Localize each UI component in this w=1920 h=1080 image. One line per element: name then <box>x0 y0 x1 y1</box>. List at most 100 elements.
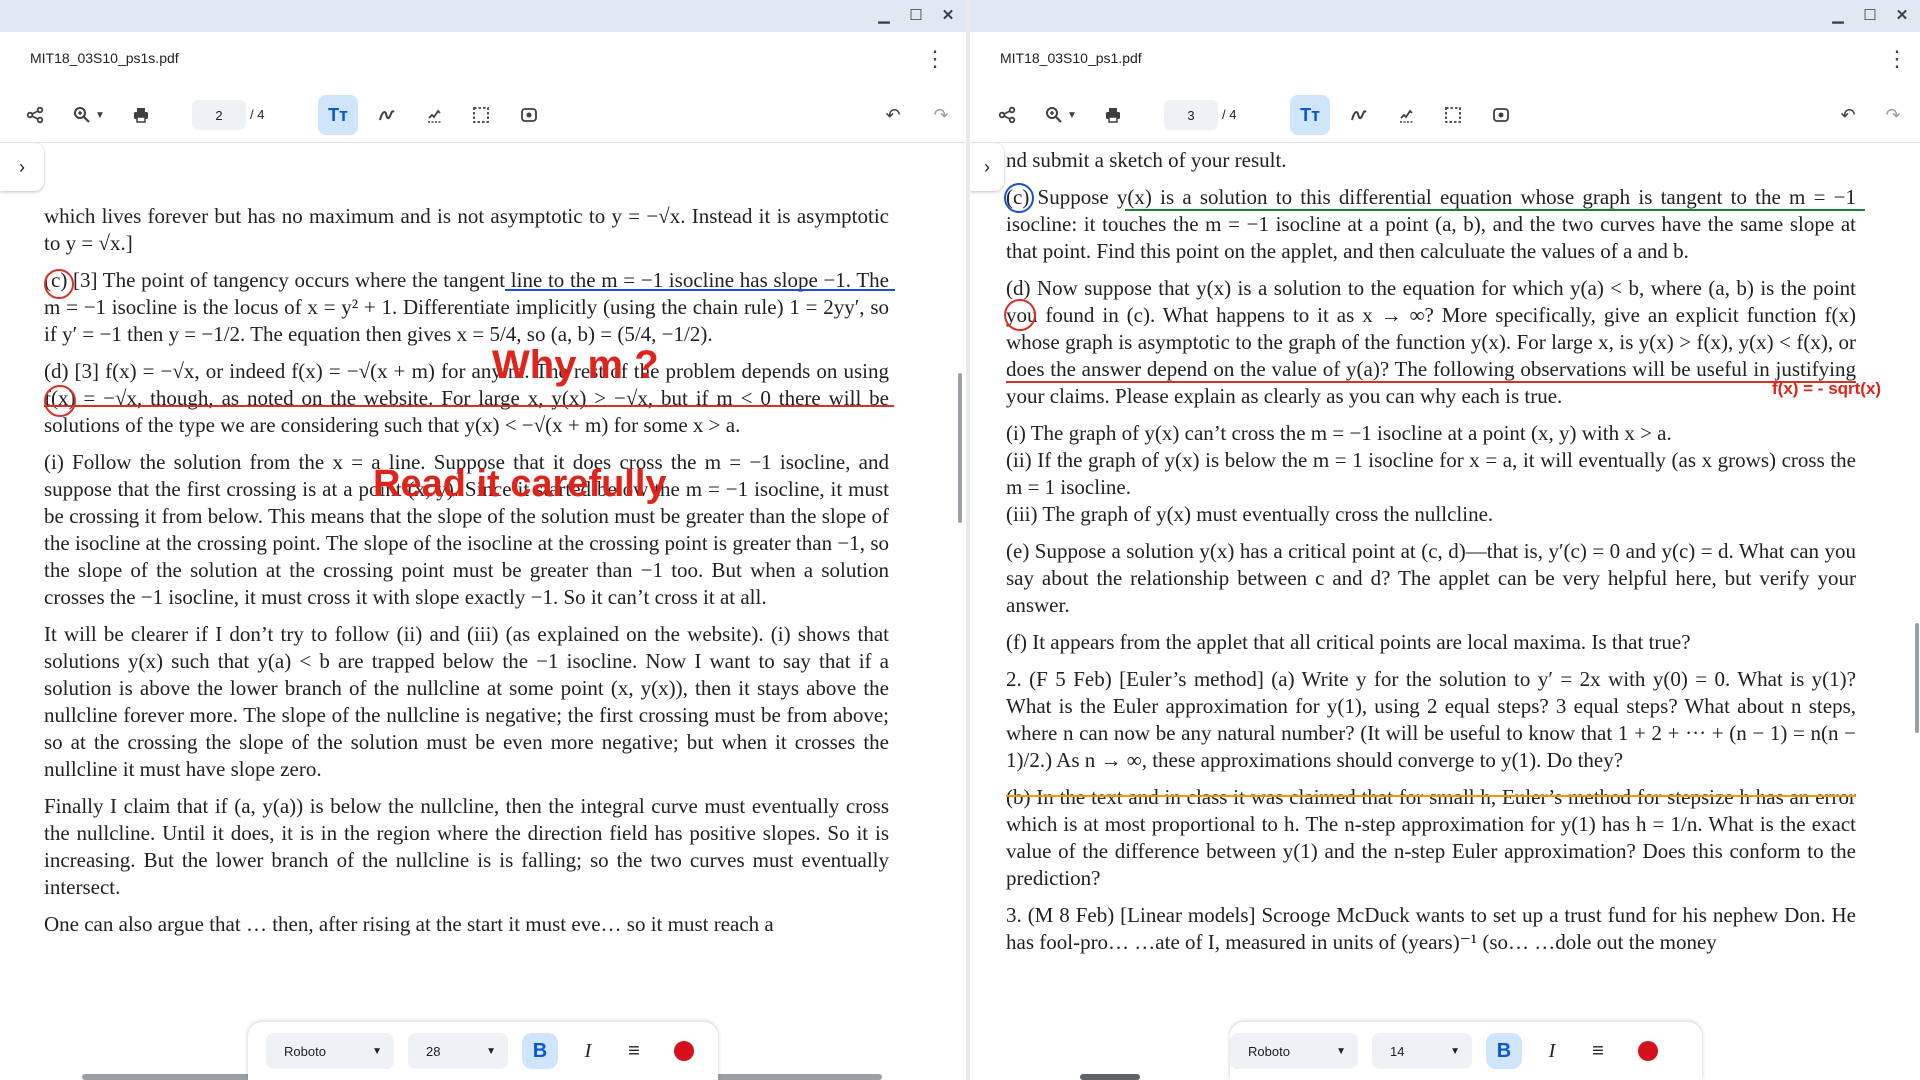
format-toolbar: Roboto ▼ 28 ▼ B I ≡ <box>248 1022 718 1080</box>
maximize-icon[interactable]: ☐ <box>1858 6 1882 24</box>
paragraph: (d) [3] f(x) = −√x, or indeed f(x) = −√(… <box>44 359 889 437</box>
annotation-underline <box>1125 209 1865 211</box>
undo-icon[interactable]: ↶ <box>1833 100 1863 130</box>
file-bar: MIT18_03S10_ps1s.pdf ⋮ <box>0 32 966 88</box>
chevron-down-icon: ▼ <box>486 1045 496 1057</box>
signature-icon[interactable] <box>420 100 450 130</box>
share-icon[interactable] <box>20 100 50 130</box>
color-picker-button[interactable] <box>1638 1041 1658 1061</box>
paragraph: (ii) If the graph of y(x) is below the m… <box>1006 448 1856 499</box>
align-icon[interactable]: ≡ <box>1580 1033 1616 1069</box>
chevron-right-icon: › <box>984 156 990 177</box>
text-tool-icon[interactable]: Tт <box>318 95 358 135</box>
paragraph: (c) [3] The point of tangency occurs whe… <box>44 268 889 346</box>
font-family-value: Roboto <box>284 1043 326 1059</box>
font-size-select[interactable]: 14 ▼ <box>1372 1033 1472 1069</box>
close-icon[interactable]: ✕ <box>936 6 960 24</box>
annotation-circle <box>44 269 74 299</box>
right-pdf-window: ▁ ☐ ✕ MIT18_03S10_ps1.pdf ⋮ ▼ 3 / 4 Tт ↶… <box>970 0 1920 1080</box>
redo-icon[interactable]: ↷ <box>926 100 956 130</box>
bold-button[interactable]: B <box>522 1033 558 1069</box>
screenshot-icon[interactable] <box>514 100 544 130</box>
font-family-select[interactable]: Roboto ▼ <box>266 1033 394 1069</box>
align-icon[interactable]: ≡ <box>616 1033 652 1069</box>
zoom-icon[interactable]: ▼ <box>1036 100 1086 130</box>
print-icon[interactable] <box>126 100 156 130</box>
paragraph: (i) The graph of y(x) can’t cross the m … <box>1006 421 1672 445</box>
annotation-read-carefully: Read it carefully <box>373 463 667 505</box>
minimize-icon[interactable]: ▁ <box>1826 6 1850 24</box>
bold-button[interactable]: B <box>1486 1033 1522 1069</box>
annotation-why-m: Why m ? <box>492 343 659 387</box>
page-total: / 4 <box>250 107 265 122</box>
close-icon[interactable]: ✕ <box>1890 6 1914 24</box>
annotation-circle <box>1004 299 1036 331</box>
paragraph: (iii) The graph of y(x) must eventually … <box>1006 502 1494 526</box>
annotation-circle <box>44 385 76 417</box>
file-name: MIT18_03S10_ps1s.pdf <box>30 50 179 66</box>
minimize-icon[interactable]: ▁ <box>872 6 896 24</box>
chevron-down-icon: ▼ <box>372 1045 382 1057</box>
annotation-underline <box>505 289 895 291</box>
more-menu-icon[interactable]: ⋮ <box>1886 46 1908 72</box>
sidebar-expand-button[interactable]: › <box>0 143 44 191</box>
paragraph: (b) In the text and in class it was clai… <box>1006 785 1856 890</box>
left-pdf-window: ▁ ☐ ✕ MIT18_03S10_ps1s.pdf ⋮ ▼ 2 / 4 Tт <box>0 0 966 1080</box>
color-picker-button[interactable] <box>674 1041 694 1061</box>
pdf-toolbar: ▼ 2 / 4 Tт ↶ ↷ <box>0 88 966 143</box>
pdf-page-view: › which lives forever but has no maximum… <box>0 143 966 1080</box>
paragraph: Finally I claim that if (a, y(a)) is bel… <box>44 794 889 899</box>
sidebar-expand-button[interactable]: › <box>970 143 1004 191</box>
paragraph: (d) Now suppose that y(x) is a solution … <box>1006 276 1856 408</box>
pdf-page-view: › nd submit a sketch of your result. (c)… <box>970 143 1920 1080</box>
annotation-underline <box>1006 795 1856 797</box>
screenshot-icon[interactable] <box>1486 100 1516 130</box>
format-toolbar: Roboto ▼ 14 ▼ B I ≡ <box>1230 1022 1702 1080</box>
title-bar: ▁ ☐ ✕ <box>0 0 966 32</box>
font-family-value: Roboto <box>1248 1043 1290 1059</box>
font-size-select[interactable]: 28 ▼ <box>408 1033 508 1069</box>
print-icon[interactable] <box>1098 100 1128 130</box>
paragraph: 2. (F 5 Feb) [Euler’s method] (a) Write … <box>1006 667 1856 772</box>
paragraph: nd submit a sketch of your result. <box>1006 148 1287 172</box>
more-menu-icon[interactable]: ⋮ <box>924 46 946 72</box>
undo-icon[interactable]: ↶ <box>878 100 908 130</box>
italic-button[interactable]: I <box>1534 1033 1570 1069</box>
redo-icon[interactable]: ↷ <box>1878 100 1908 130</box>
paragraph: It will be clearer if I don’t try to fol… <box>44 622 889 781</box>
vertical-scrollbar[interactable] <box>1915 623 1919 733</box>
annotation-underline <box>1006 381 1856 383</box>
signature-icon[interactable] <box>1392 100 1422 130</box>
chevron-right-icon: › <box>19 156 25 177</box>
chevron-down-icon: ▼ <box>1336 1045 1346 1057</box>
font-family-select[interactable]: Roboto ▼ <box>1230 1033 1358 1069</box>
horizontal-scrollbar[interactable] <box>1080 1074 1140 1080</box>
title-bar: ▁ ☐ ✕ <box>970 0 1920 32</box>
file-bar: MIT18_03S10_ps1.pdf ⋮ <box>970 32 1920 88</box>
paragraph: (c) Suppose y(x) is a solution to this d… <box>1006 185 1856 263</box>
paragraph: which lives forever but has no maximum a… <box>44 204 889 255</box>
page-text: nd submit a sketch of your result. (c) S… <box>1006 147 1856 966</box>
annotation-circle <box>1004 183 1034 213</box>
font-size-value: 28 <box>426 1043 441 1059</box>
chevron-down-icon: ▼ <box>1450 1045 1460 1057</box>
annotation-fx-note: f(x) = - sqrt(x) <box>1772 379 1882 398</box>
page-number-input[interactable]: 3 <box>1164 100 1218 130</box>
pdf-toolbar: ▼ 3 / 4 Tт ↶ ↷ <box>970 88 1920 143</box>
file-name: MIT18_03S10_ps1.pdf <box>1000 50 1142 66</box>
text-tool-icon[interactable]: Tт <box>1290 95 1330 135</box>
maximize-icon[interactable]: ☐ <box>904 6 928 24</box>
draw-icon[interactable] <box>1344 100 1374 130</box>
draw-icon[interactable] <box>372 100 402 130</box>
page-text: which lives forever but has no maximum a… <box>44 203 889 948</box>
page-total: / 4 <box>1222 107 1237 122</box>
paragraph: One can also argue that … then, after ri… <box>44 912 774 936</box>
select-icon[interactable] <box>1438 100 1468 130</box>
paragraph: (e) Suppose a solution y(x) has a critic… <box>1006 539 1856 617</box>
share-icon[interactable] <box>992 100 1022 130</box>
page-number-input[interactable]: 2 <box>192 100 246 130</box>
select-icon[interactable] <box>466 100 496 130</box>
italic-button[interactable]: I <box>570 1033 606 1069</box>
vertical-scrollbar[interactable] <box>958 373 962 523</box>
zoom-icon[interactable]: ▼ <box>64 100 114 130</box>
